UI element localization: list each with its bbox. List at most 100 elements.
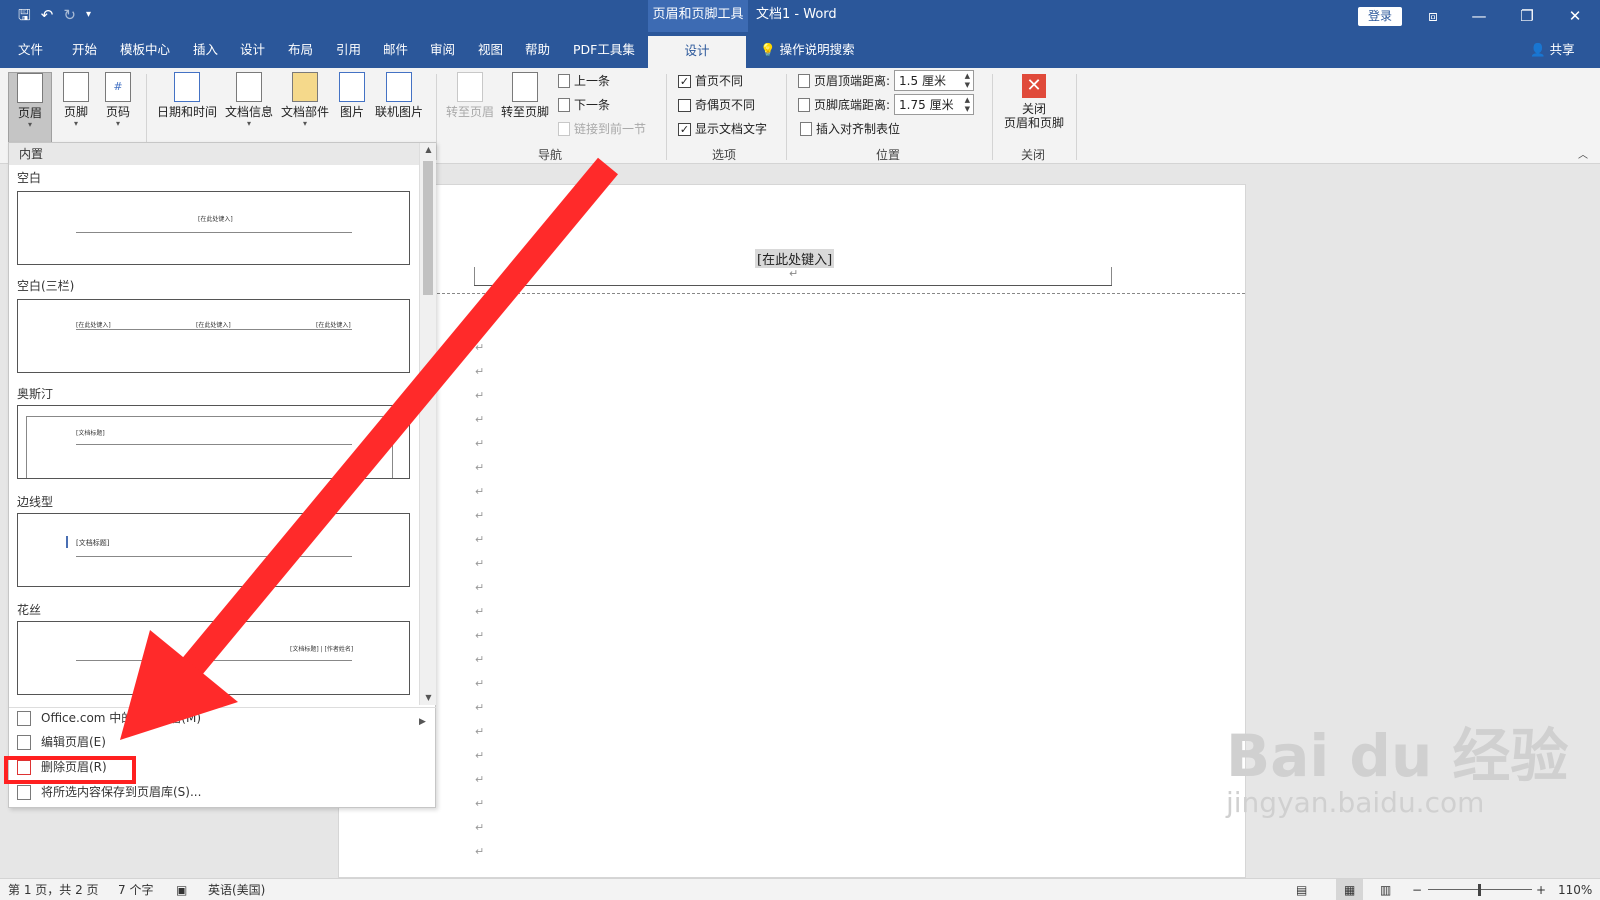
read-mode-icon[interactable]: ▤ [1296,879,1307,900]
group-divider [666,74,667,160]
ribbon-display-options-icon[interactable]: ⧈ [1410,0,1456,32]
customize-qat-icon[interactable]: ▾ [86,6,91,24]
tab-header-footer-design[interactable]: 设计 [648,36,746,68]
save-icon[interactable]: 🖫 [18,6,31,24]
share-label: 共享 [1549,42,1575,57]
undo-icon[interactable]: ↶ [41,6,54,24]
tab-design[interactable]: 设计 [240,32,265,68]
tab-home[interactable]: 开始 [72,32,97,68]
tab-pdf-tools[interactable]: PDF工具集 [573,32,635,68]
page-number-button[interactable]: # 页码 ▾ [98,72,138,129]
tab-template-center[interactable]: 模板中心 [120,32,170,68]
tab-help[interactable]: 帮助 [525,32,550,68]
header-rule [474,285,1112,286]
gallery-section-heading: 内置 [9,143,419,165]
show-document-text-checkbox[interactable]: ✓ 显示文档文字 [678,120,767,138]
contextual-tool-label: 页眉和页脚工具 [648,0,748,32]
document-page[interactable]: [在此处键入] ↵ ↵ ↵ ↵ ↵ ↵ ↵ ↵ ↵ ↵ ↵ ↵ ↵ ↵ ↵ ↵ ↵ ↵ ↵ ↵ ↵ ↵ ↵ [338,184,1246,878]
goto-header-button[interactable]: 转至页眉 [444,72,496,119]
close-header-footer-button[interactable]: ✕ 关闭 页眉和页脚 [998,74,1070,130]
thumbnail-placeholder: [在此处键入] [198,216,233,223]
link-to-previous-button[interactable]: 链接到前一节 [558,120,646,138]
ribbon-tab-bar: 文件 开始 模板中心 插入 设计 布局 引用 邮件 审阅 视图 帮助 PDF工具… [0,32,1600,68]
zoom-in-button[interactable]: + [1536,879,1546,900]
word-count[interactable]: 7 个字 [118,879,153,900]
tab-mailings[interactable]: 邮件 [383,32,408,68]
goto-footer-label: 转至页脚 [500,105,549,119]
header-icon [17,73,43,103]
header-style-filigree[interactable]: [文档标题] | [作者姓名] [17,621,410,695]
edit-header-icon [17,734,31,750]
gallery-scrollbar[interactable]: ▲ ▼ [419,143,436,705]
footer-bottom-distance-input[interactable]: 1.75 厘米 ▲ ▼ [894,94,975,115]
header-style-austin[interactable]: [文档标题] [17,405,410,479]
footer-button[interactable]: 页脚 ▾ [56,72,96,129]
zoom-slider-thumb[interactable] [1478,884,1481,896]
spinner-arrows-icon[interactable]: ▲ ▼ [965,96,970,114]
thumbnail-rule [76,444,352,445]
chevron-down-icon: ▾ [115,119,120,128]
collapse-ribbon-icon[interactable]: ︿ [1578,146,1588,161]
footer-icon [63,72,89,102]
close-window-button[interactable]: ✕ [1552,0,1598,32]
thumbnail-rule [76,329,352,330]
tab-insert[interactable]: 插入 [193,32,218,68]
previous-section-button[interactable]: 上一条 [558,72,610,90]
zoom-level[interactable]: 110% [1558,879,1592,900]
tell-me-search[interactable]: 💡 操作说明搜索 [760,32,855,68]
redo-icon[interactable]: ↻ [63,6,76,24]
insert-alignment-tab-button[interactable]: 插入对齐制表位 [800,120,900,138]
watermark-brand: Bai du 经验 [1226,722,1569,790]
quick-parts-button[interactable]: 文档部件 ▾ [278,72,332,129]
login-button[interactable]: 登录 [1358,7,1402,26]
proofing-icon[interactable]: ▣ [176,879,187,900]
header-style-blank[interactable]: [在此处键入] [17,191,410,265]
picture-button[interactable]: 图片 [336,72,368,119]
date-time-button[interactable]: 日期和时间 [154,72,220,119]
goto-footer-button[interactable]: 转至页脚 [498,72,552,119]
paragraph-mark: ↵ [475,341,485,354]
zoom-out-button[interactable]: − [1412,879,1422,900]
web-layout-icon[interactable]: ▥ [1380,879,1391,900]
paragraph-mark: ↵ [475,701,485,714]
tab-layout[interactable]: 布局 [288,32,313,68]
odd-even-checkbox[interactable]: 奇偶页不同 [678,96,755,114]
tab-file[interactable]: 文件 [18,32,43,68]
spinner-arrows-icon[interactable]: ▲ ▼ [965,72,970,90]
thumbnail-rule [76,660,352,661]
office-online-icon [17,710,31,726]
next-section-button[interactable]: 下一条 [558,96,610,114]
header-button[interactable]: 页眉 ▾ [8,72,52,144]
share-button[interactable]: 👤 共享 [1530,32,1575,68]
scrollbar-thumb[interactable] [423,161,433,295]
paragraph-mark: ↵ [789,267,799,280]
header-top-distance-input[interactable]: 1.5 厘米 ▲ ▼ [894,70,975,91]
online-picture-button[interactable]: 联机图片 [372,72,426,119]
paragraph-mark: ↵ [475,557,485,570]
restore-button[interactable]: ❐ [1504,0,1550,32]
save-to-header-gallery-menu-item[interactable]: 将所选内容保存到页眉库(S)... [17,783,201,801]
group-divider [1076,74,1077,160]
header-margin-marker-right [1111,267,1112,285]
tab-references[interactable]: 引用 [336,32,361,68]
tab-view[interactable]: 视图 [478,32,503,68]
minimize-button[interactable]: — [1456,0,1502,32]
edit-header-menu-item[interactable]: 编辑页眉(E) [17,733,106,751]
document-info-icon [236,72,262,102]
header-style-blank-three-column[interactable]: [在此处键入] [在此处键入] [在此处键入] [17,299,410,373]
close-group-label: 关闭 [1021,148,1046,162]
header-placeholder-text[interactable]: [在此处键入] [755,249,835,268]
different-first-page-checkbox[interactable]: ✓ 首页不同 [678,72,743,90]
more-headers-label: Office.com 中的其他页眉(M) [41,711,202,725]
category-blank: 空白 [17,171,42,185]
tab-review[interactable]: 审阅 [430,32,455,68]
print-layout-icon[interactable]: ▦ [1336,879,1364,900]
more-headers-office-menu-item[interactable]: Office.com 中的其他页眉(M) [17,709,201,727]
scroll-down-icon[interactable]: ▼ [420,691,437,705]
paragraph-mark: ↵ [475,533,485,546]
header-style-sideline[interactable]: [文档标题] [17,513,410,587]
page-count[interactable]: 第 1 页，共 2 页 [8,879,99,900]
language-indicator[interactable]: 英语(美国) [208,879,265,900]
scroll-up-icon[interactable]: ▲ [420,143,437,157]
document-info-button[interactable]: 文档信息 ▾ [222,72,276,129]
